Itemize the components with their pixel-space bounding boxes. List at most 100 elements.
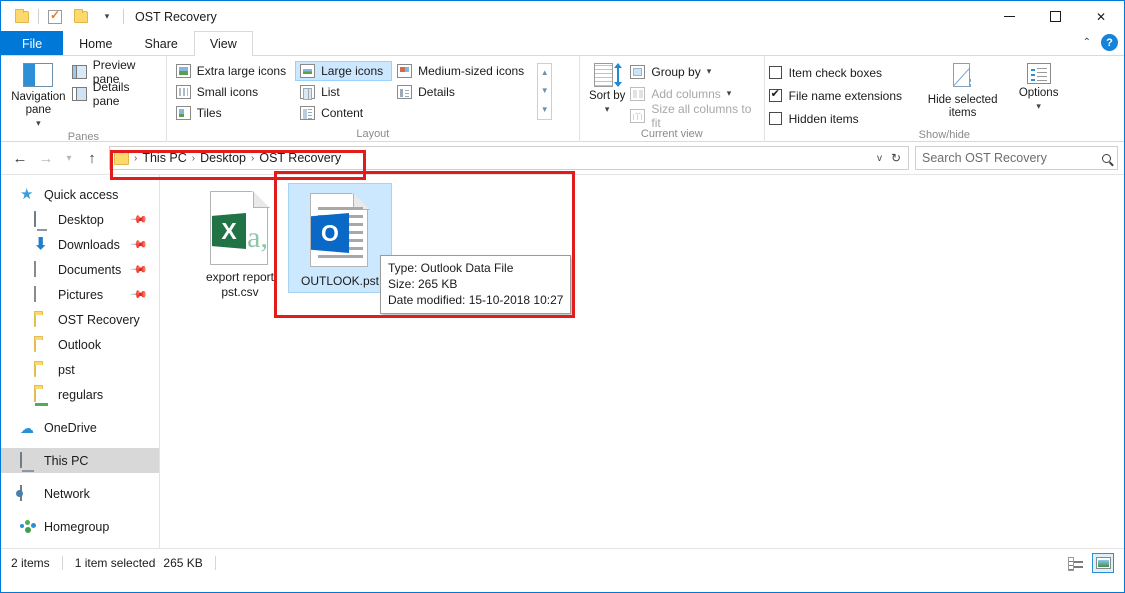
view-medium-icons[interactable]: Medium-sized icons	[392, 61, 533, 81]
breadcrumb-ost-recovery[interactable]: OST Recovery	[255, 151, 345, 165]
chevron-down-icon[interactable]: ▾	[605, 103, 610, 116]
scroll-up-icon[interactable]: ▲	[541, 69, 549, 77]
new-folder-icon[interactable]	[68, 2, 94, 32]
sidebar-item-homegroup[interactable]: Homegroup	[1, 514, 159, 539]
view-extra-large-icons[interactable]: Extra large icons	[171, 61, 295, 81]
layout-gallery-scrollbar[interactable]: ▲ ▼ ▼	[537, 63, 553, 120]
sidebar-item-onedrive[interactable]: ☁ OneDrive	[1, 415, 159, 440]
excel-csv-file-icon: X a,	[210, 191, 270, 265]
file-item-outlook-pst[interactable]: O OUTLOOK.pst	[288, 183, 392, 293]
navigation-pane-button[interactable]: Navigation pane ▾	[5, 59, 72, 130]
search-box[interactable]	[915, 146, 1118, 170]
recent-locations-button[interactable]: ▾	[59, 145, 79, 171]
details-pane-label: Details pane	[92, 79, 130, 108]
large-icons-icon	[300, 64, 316, 78]
options-button[interactable]: Options ▾	[1009, 59, 1069, 113]
sidebar-item-quick-access[interactable]: ★ Quick access	[1, 182, 159, 207]
collapse-ribbon-icon[interactable]: ⌃	[1083, 37, 1091, 48]
preview-pane-button[interactable]: Preview pane	[71, 58, 162, 86]
onedrive-cloud-icon: ☁	[20, 419, 34, 436]
sidebar-item-network[interactable]: Network	[1, 481, 159, 506]
size-all-columns-button[interactable]: Size all columns to fit	[630, 102, 759, 130]
sidebar-item-label: Pictures	[58, 287, 104, 302]
pin-icon[interactable]: 📌	[130, 260, 149, 279]
view-content[interactable]: Content	[295, 103, 392, 123]
sidebar-item-ost-recovery[interactable]: OST Recovery	[1, 307, 159, 332]
pictures-icon	[34, 285, 51, 303]
hide-selected-items-button[interactable]: Hide selected items	[917, 59, 1009, 120]
large-icons-view-button[interactable]	[1092, 552, 1114, 573]
pin-icon[interactable]: 📌	[130, 210, 149, 229]
sidebar-item-pictures[interactable]: Pictures 📌	[1, 282, 159, 307]
folder-icon	[34, 310, 51, 328]
refresh-icon[interactable]: ↻	[891, 151, 901, 165]
checkbox-unchecked-icon[interactable]	[768, 112, 782, 125]
tab-share[interactable]: Share	[129, 31, 194, 55]
sidebar-item-downloads[interactable]: ⬇ Downloads 📌	[1, 232, 159, 257]
sidebar-item-documents[interactable]: Documents 📌	[1, 257, 159, 282]
file-thumbnail: X a,	[188, 183, 292, 265]
properties-checklist-icon[interactable]	[42, 2, 68, 32]
details-view-button[interactable]	[1064, 553, 1086, 573]
tab-view[interactable]: View	[193, 31, 253, 56]
tab-file[interactable]: File	[1, 31, 64, 55]
item-check-boxes-option[interactable]: Item check boxes	[768, 63, 917, 82]
chevron-down-icon[interactable]: ▾	[36, 117, 41, 130]
sidebar-item-outlook[interactable]: Outlook	[1, 332, 159, 357]
tab-home[interactable]: Home	[63, 31, 128, 55]
add-columns-icon	[630, 86, 646, 101]
options-icon	[1026, 63, 1051, 84]
sort-by-button[interactable]: Sort by ▾	[584, 59, 630, 116]
view-large-icons[interactable]: Large icons	[295, 61, 393, 81]
chevron-down-icon[interactable]: ▾	[707, 66, 712, 77]
outlook-data-file-icon: O	[310, 193, 370, 267]
layout-label: List	[321, 85, 340, 99]
close-icon[interactable]: ✕	[1078, 1, 1124, 32]
explorer-content: ★ Quick access Desktop 📌 ⬇ Downloads 📌 D…	[1, 171, 1124, 548]
sidebar-item-regulars[interactable]: regulars	[1, 382, 159, 407]
forward-button[interactable]: →	[33, 145, 59, 171]
tooltip-type: Type: Outlook Data File	[388, 261, 514, 275]
expand-gallery-icon[interactable]: ▼	[541, 105, 549, 114]
chevron-down-icon[interactable]: ▾	[727, 88, 732, 99]
up-button[interactable]: ↑	[79, 145, 105, 171]
file-name-extensions-option[interactable]: File name extensions	[768, 86, 917, 105]
address-dropdown-icon[interactable]: v	[877, 153, 882, 164]
view-small-icons[interactable]: Small icons	[171, 82, 295, 102]
checkbox-unchecked-icon[interactable]	[768, 66, 782, 79]
view-list[interactable]: List	[295, 82, 392, 102]
add-columns-button[interactable]: Add columns ▾	[630, 84, 759, 103]
group-by-icon	[630, 64, 646, 79]
sidebar-item-desktop[interactable]: Desktop 📌	[1, 207, 159, 232]
view-details[interactable]: Details	[392, 82, 533, 102]
breadcrumb[interactable]: › This PC › Desktop › OST Recovery v ↻	[109, 146, 909, 170]
maximize-icon[interactable]	[1032, 1, 1078, 32]
file-name-extensions-label: File name extensions	[788, 88, 903, 103]
selection-label: 1 item selected	[74, 555, 156, 570]
help-icon[interactable]: ?	[1101, 34, 1118, 51]
group-by-button[interactable]: Group by ▾	[630, 62, 759, 81]
folder-icon[interactable]	[9, 2, 35, 32]
back-button[interactable]: ←	[7, 145, 33, 171]
pin-icon[interactable]: 📌	[130, 285, 149, 304]
pin-icon[interactable]: 📌	[130, 235, 149, 254]
sidebar-item-pst[interactable]: pst	[1, 357, 159, 382]
hidden-items-option[interactable]: Hidden items	[768, 109, 917, 128]
scroll-down-icon[interactable]: ▼	[541, 87, 549, 95]
file-list-view[interactable]: X a, export report pst.csv O OUTLOOK.pst…	[160, 171, 1124, 548]
details-pane-button[interactable]: Details pane	[71, 80, 162, 108]
minimize-icon[interactable]	[986, 1, 1032, 32]
navigation-pane-icon	[23, 63, 54, 87]
checkbox-checked-icon[interactable]	[768, 87, 782, 102]
group-label-current-view: Current view	[640, 128, 703, 140]
chevron-down-icon[interactable]: ▾	[1036, 100, 1041, 113]
file-thumbnail: O	[288, 183, 392, 269]
breadcrumb-this-pc[interactable]: This PC	[138, 151, 190, 165]
sidebar-item-this-pc[interactable]: This PC	[1, 448, 159, 473]
search-icon[interactable]	[1102, 153, 1111, 163]
breadcrumb-desktop[interactable]: Desktop	[196, 151, 250, 165]
view-tiles[interactable]: Tiles	[171, 103, 295, 123]
search-input[interactable]	[922, 151, 1102, 165]
customize-dropdown-icon[interactable]: ▾	[94, 2, 120, 32]
file-item-export-report[interactable]: X a, export report pst.csv	[188, 183, 292, 303]
